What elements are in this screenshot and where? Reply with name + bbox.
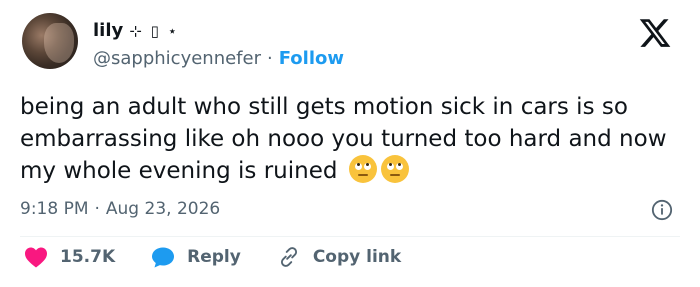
tweet-date: Aug 23, 2026 [105, 199, 221, 219]
heart-icon [25, 247, 47, 268]
emoji-eye-right [363, 163, 371, 170]
info-icon[interactable] [651, 199, 673, 221]
reply-label: Reply [187, 247, 241, 267]
x-logo-icon[interactable] [636, 16, 674, 50]
emoji-eye-left [354, 163, 362, 170]
name-decoration: ⊹ ▯ ⋆ [129, 21, 179, 40]
avatar-shade [44, 23, 74, 63]
display-name[interactable]: lily [93, 20, 123, 41]
like-button[interactable]: 15.7K [24, 246, 115, 268]
eye-roll-emoji [348, 155, 377, 183]
tweet-body: being an adult who still gets motion sic… [20, 94, 667, 184]
author-name-row: lily ⊹ ▯ ⋆ [93, 20, 179, 41]
emoji-eye-right [395, 163, 403, 170]
emoji-mouth [389, 174, 400, 176]
emoji-eye-left [386, 163, 394, 170]
avatar[interactable] [22, 13, 78, 69]
tweet-time: 9:18 PM [20, 199, 89, 219]
tweet-card: lily ⊹ ▯ ⋆ @sapphicyennefer · Follow bei… [0, 0, 700, 287]
handle-separator: · [267, 48, 273, 69]
divider [20, 236, 680, 237]
reply-bubble-icon [152, 247, 175, 268]
eye-roll-emoji [380, 155, 409, 183]
like-count: 15.7K [60, 247, 116, 267]
handle-row: @sapphicyennefer · Follow [93, 48, 344, 69]
tweet-text: being an adult who still gets motion sic… [20, 91, 680, 187]
timestamp-separator: · [94, 199, 100, 219]
copy-link-label: Copy link [312, 247, 402, 267]
author-handle[interactable]: @sapphicyennefer [93, 48, 261, 69]
follow-button[interactable]: Follow [279, 48, 344, 69]
tweet-timestamp[interactable]: 9:18 PM · Aug 23, 2026 [20, 199, 220, 219]
action-bar: 15.7K Reply Copy link [24, 246, 437, 268]
reply-button[interactable]: Reply [151, 246, 241, 268]
link-icon [280, 247, 297, 267]
emoji-mouth [357, 174, 368, 176]
copy-link-button[interactable]: Copy link [277, 246, 401, 268]
